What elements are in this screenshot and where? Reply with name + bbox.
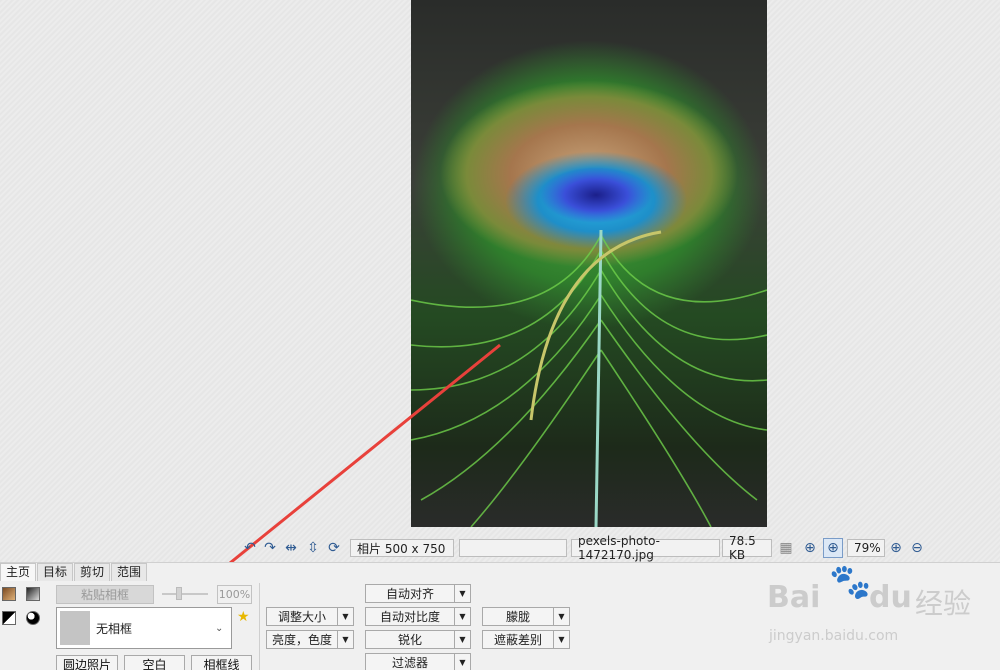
sharpen-label: 锐化 <box>397 633 422 647</box>
auto-align-dropdown[interactable]: 自动对齐 ▼ <box>365 584 471 603</box>
rotate-left-icon[interactable]: ↶ <box>240 538 260 558</box>
frame-line-button[interactable]: 相框线 <box>191 655 252 670</box>
negative-icon[interactable] <box>26 611 40 625</box>
brightness-label: 亮度，色度 <box>271 633 332 647</box>
image-size-field: 相片 500 x 750 <box>350 539 454 557</box>
paste-frame-button[interactable]: 粘贴相框 <box>56 585 154 604</box>
tab-crop[interactable]: 剪切 <box>74 563 111 581</box>
mask-diff-dropdown[interactable]: 遮蔽差别 ▼ <box>482 630 570 649</box>
chevron-down-icon[interactable]: ▼ <box>454 608 470 625</box>
grayscale-icon[interactable] <box>26 587 40 601</box>
chevron-down-icon: ⌄ <box>215 622 224 634</box>
zoom-in-icon[interactable]: ⊕ <box>886 538 906 558</box>
chevron-down-icon[interactable]: ▼ <box>553 608 569 625</box>
filter-dropdown[interactable]: 过滤器 ▼ <box>365 653 471 670</box>
refresh-icon[interactable]: ⟳ <box>324 538 344 558</box>
sepia-icon[interactable] <box>2 587 16 601</box>
chevron-down-icon[interactable]: ▼ <box>454 585 470 602</box>
opacity-slider-track[interactable] <box>162 593 208 595</box>
blank-button[interactable]: 空白 <box>124 655 185 670</box>
divider <box>259 583 260 670</box>
checker-icon[interactable]: ▦ <box>776 538 796 558</box>
chevron-down-icon[interactable]: ▼ <box>337 631 353 648</box>
panel-tabs: 主页 目标 剪切 范围 <box>0 563 148 581</box>
frame-selected-label: 无相框 <box>96 621 133 636</box>
status-bar: ↶ ↷ ⇹ ⇳ ⟳ 相片 500 x 750 pexels-photo-1472… <box>0 534 1000 562</box>
blur-dropdown[interactable]: 朦胧 ▼ <box>482 607 570 626</box>
round-photo-button[interactable]: 圆边照片 <box>56 655 118 670</box>
favorite-star-icon[interactable]: ★ <box>237 609 250 625</box>
tab-home[interactable]: 主页 <box>0 563 37 581</box>
resize-label: 调整大小 <box>277 610 326 624</box>
frame-thumbnail <box>60 611 90 645</box>
filter-label: 过滤器 <box>391 656 428 670</box>
edit-panel: 主页 目标 剪切 范围 粘贴相框 100% ★ 无相框 ⌄ 圆边照片 空白 相框… <box>0 562 1000 670</box>
flip-horizontal-icon[interactable]: ⇹ <box>281 538 301 558</box>
frame-dropdown[interactable]: 无相框 ⌄ <box>56 607 232 649</box>
brightness-dropdown[interactable]: 亮度，色度 ▼ <box>266 630 354 649</box>
tab-range[interactable]: 范围 <box>111 563 148 581</box>
tab-target[interactable]: 目标 <box>37 563 74 581</box>
chevron-down-icon[interactable]: ▼ <box>454 631 470 648</box>
rotate-right-icon[interactable]: ↷ <box>260 538 280 558</box>
chevron-down-icon[interactable]: ▼ <box>337 608 353 625</box>
zoom-fit-icon[interactable]: ⊕ <box>800 538 820 558</box>
flip-vertical-icon[interactable]: ⇳ <box>303 538 323 558</box>
chevron-down-icon[interactable]: ▼ <box>553 631 569 648</box>
sharpen-dropdown[interactable]: 锐化 ▼ <box>365 630 471 649</box>
chevron-down-icon[interactable]: ▼ <box>454 654 470 670</box>
file-size-field: 78.5 KB <box>722 534 772 562</box>
filename-field: pexels-photo-1472170.jpg <box>571 534 720 562</box>
zoom-level-field[interactable]: 79% <box>847 539 885 557</box>
opacity-value[interactable]: 100% <box>217 585 252 604</box>
image-canvas[interactable] <box>0 0 1000 616</box>
resize-dropdown[interactable]: 调整大小 ▼ <box>266 607 354 626</box>
zoom-actual-icon[interactable]: ⊕ <box>823 538 843 558</box>
auto-contrast-dropdown[interactable]: 自动对比度 ▼ <box>365 607 471 626</box>
contrast-icon[interactable] <box>2 611 16 625</box>
auto-align-label: 自动对齐 <box>385 587 434 601</box>
blur-label: 朦胧 <box>505 610 530 624</box>
mask-diff-label: 遮蔽差别 <box>493 633 542 647</box>
opacity-slider-handle[interactable] <box>176 587 182 600</box>
auto-contrast-label: 自动对比度 <box>379 610 440 624</box>
zoom-out-icon[interactable]: ⊖ <box>907 538 927 558</box>
empty-status-field <box>459 539 567 557</box>
